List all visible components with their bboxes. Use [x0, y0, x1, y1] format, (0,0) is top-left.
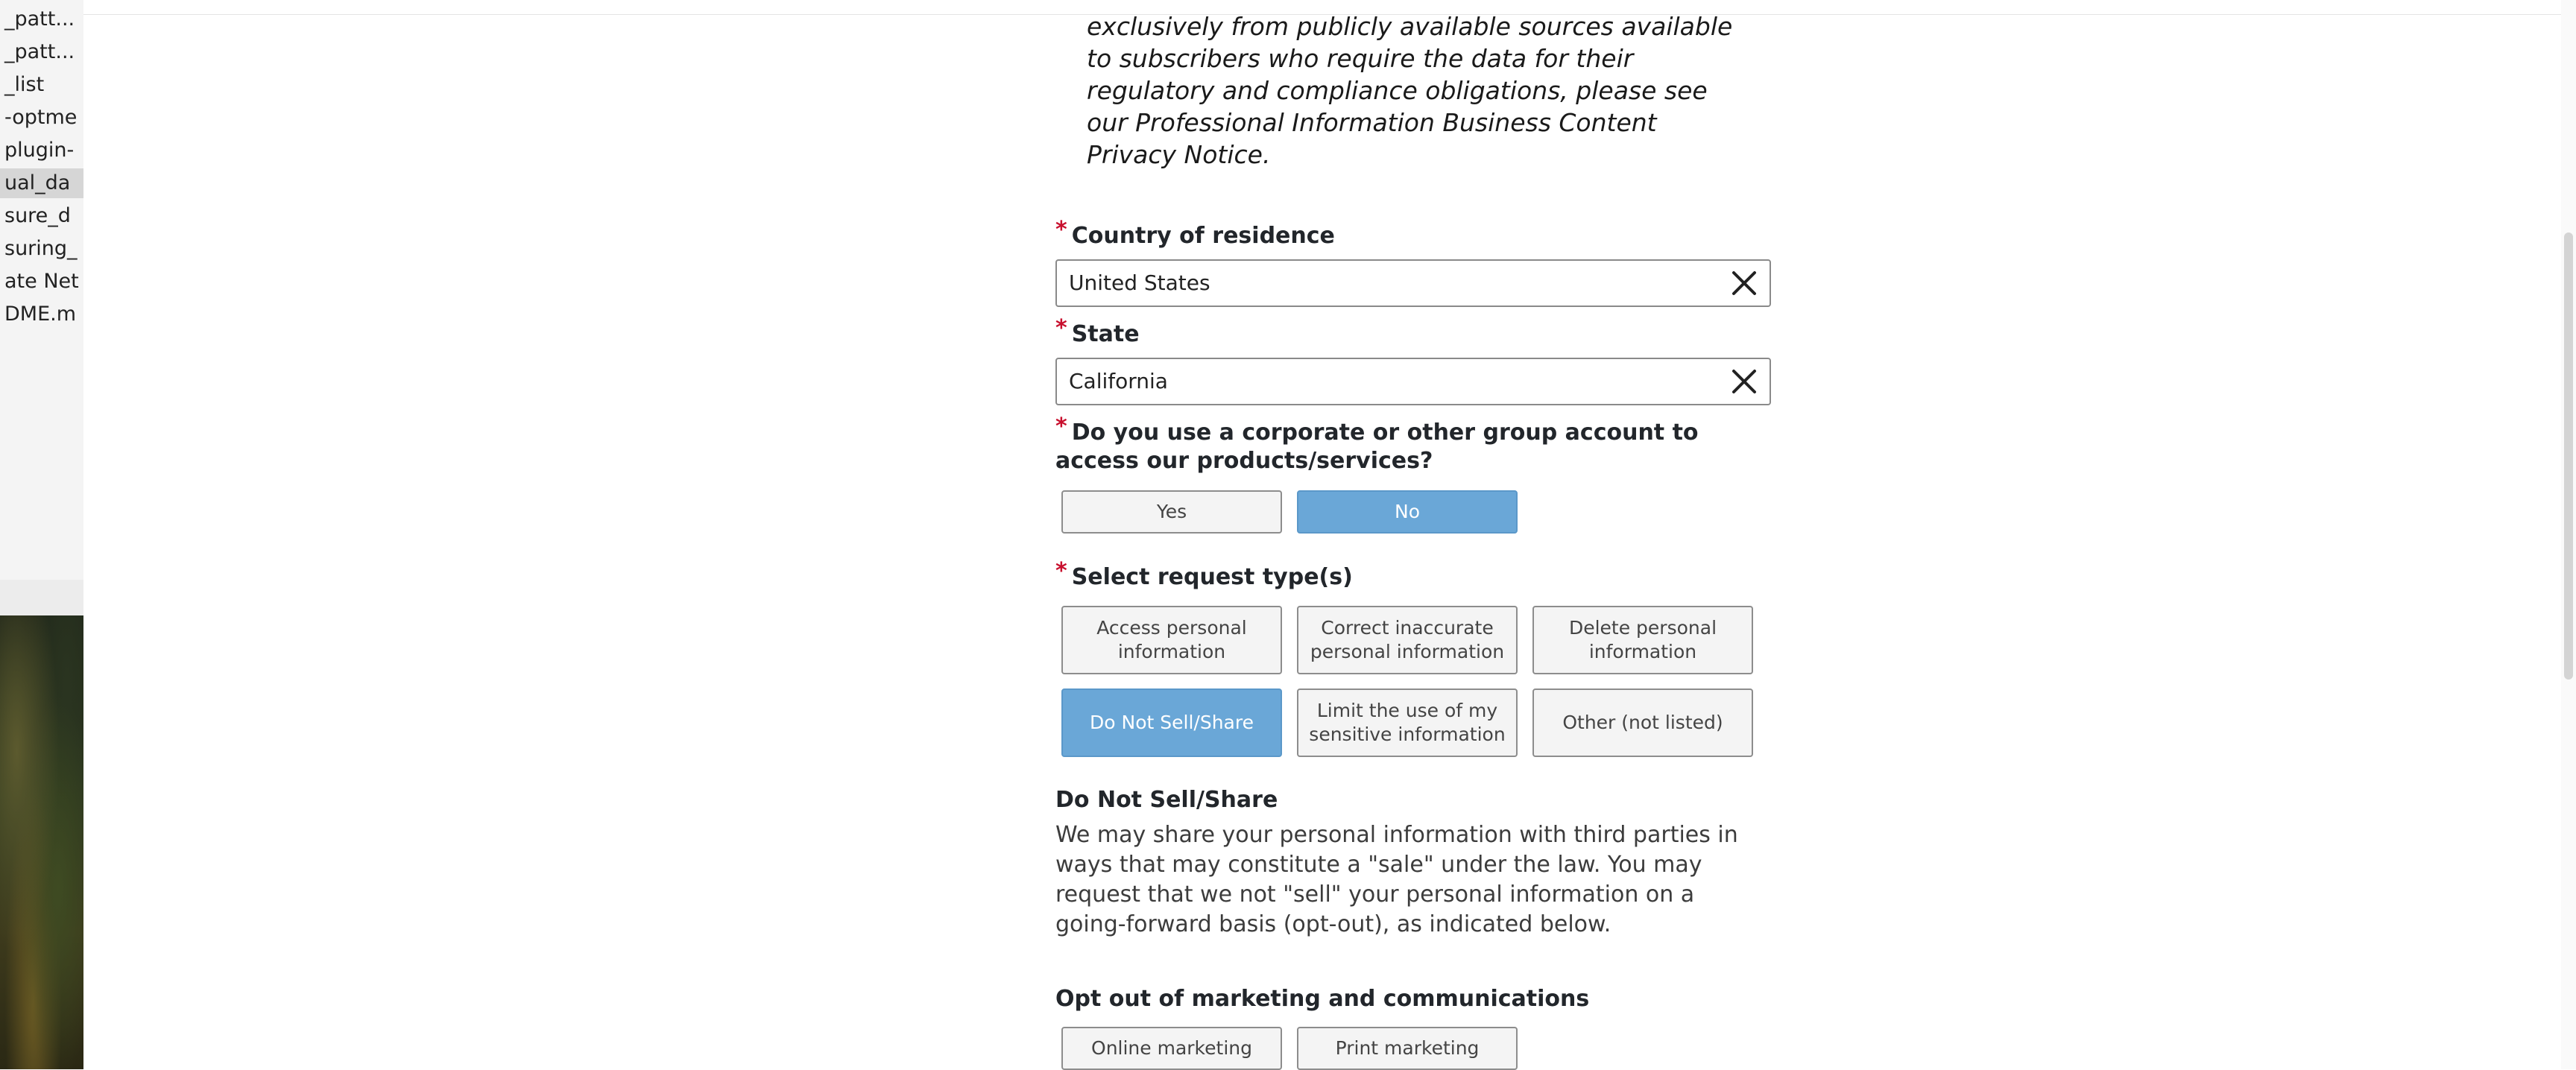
intro-text: exclusively from publicly available sour… — [1087, 12, 1733, 169]
state-label: * State — [1055, 315, 1140, 347]
group-account-label: * Do you use a corporate or other group a… — [1055, 414, 1699, 474]
opt-out-heading: Opt out of marketing and communications — [1055, 986, 1590, 1012]
scrollbar[interactable] — [2561, 0, 2576, 1069]
background-app-window: _patt... _patt... _list -optme plugin- u… — [0, 0, 83, 1069]
file-item[interactable]: ate Net — [4, 267, 83, 297]
online-marketing-button[interactable]: Online marketing — [1061, 1027, 1282, 1070]
correct-info-button[interactable]: Correct inaccurate personal information — [1297, 606, 1518, 674]
file-item[interactable]: DME.m — [4, 300, 83, 329]
required-mark: * — [1055, 217, 1067, 243]
do-not-sell-heading: Do Not Sell/Share — [1055, 787, 1278, 813]
other-request-button[interactable]: Other (not listed) — [1532, 688, 1753, 757]
clear-state-icon[interactable] — [1731, 368, 1758, 395]
required-mark: * — [1055, 315, 1067, 341]
browser-viewport: exclusively from publicly available sour… — [83, 0, 2576, 1070]
delete-info-button[interactable]: Delete personal information — [1532, 606, 1753, 674]
file-item[interactable]: sure_d — [4, 201, 83, 231]
file-item[interactable]: plugin- — [4, 136, 83, 165]
required-mark: * — [1055, 558, 1067, 584]
file-item-selected[interactable]: ual_da — [0, 168, 83, 198]
no-button[interactable]: No — [1297, 490, 1518, 534]
file-list-panel: _patt... _patt... _list -optme plugin- u… — [0, 0, 83, 580]
file-item[interactable]: _list — [4, 70, 83, 100]
do-not-sell-button[interactable]: Do Not Sell/Share — [1061, 688, 1282, 757]
yes-button[interactable]: Yes — [1061, 490, 1282, 534]
country-value: United States — [1069, 270, 1210, 295]
country-select[interactable]: United States — [1055, 259, 1771, 307]
file-item[interactable]: -optme — [4, 103, 83, 133]
state-select[interactable]: California — [1055, 358, 1771, 405]
access-info-button[interactable]: Access personal information — [1061, 606, 1282, 674]
file-item[interactable]: _patt... — [4, 37, 83, 67]
file-item[interactable]: suring_ — [4, 234, 83, 264]
desktop-wallpaper — [0, 615, 83, 1069]
clear-country-icon[interactable] — [1731, 270, 1758, 297]
request-type-label: * Select request type(s) — [1055, 558, 1353, 590]
country-label: * Country of residence — [1055, 217, 1335, 249]
required-mark: * — [1055, 414, 1067, 440]
scrollbar-thumb[interactable] — [2564, 232, 2573, 680]
do-not-sell-description: We may share your personal information w… — [1055, 822, 1738, 937]
limit-sensitive-button[interactable]: Limit the use of my sensitive informatio… — [1297, 688, 1518, 757]
print-marketing-button[interactable]: Print marketing — [1297, 1027, 1518, 1070]
file-item[interactable]: _patt... — [4, 4, 83, 34]
state-value: California — [1069, 369, 1168, 393]
